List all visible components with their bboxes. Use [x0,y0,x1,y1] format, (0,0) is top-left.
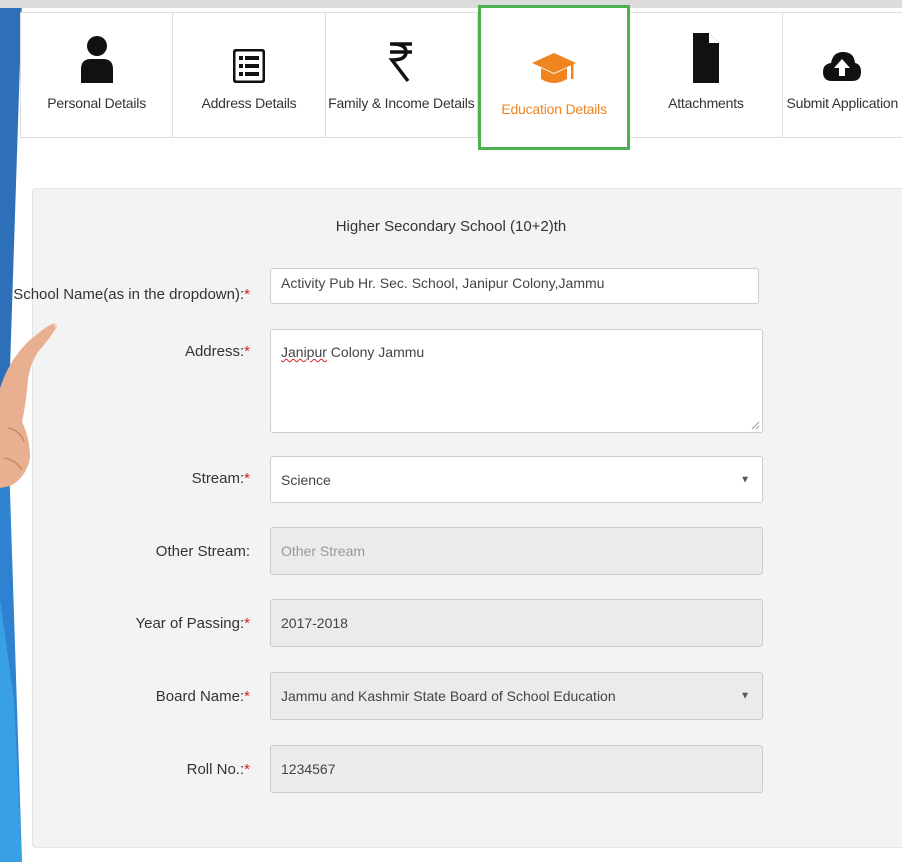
tab-education-details[interactable]: Education Details [477,5,631,150]
tab-personal-details[interactable]: Personal Details [21,13,174,137]
tab-label: Education Details [501,101,607,117]
other-stream-input[interactable]: Other Stream [270,527,763,575]
tab-submit-application[interactable]: Submit Application [783,13,902,137]
board-name-label: Board Name:* [155,688,250,705]
tab-label: Address Details [201,95,297,111]
wizard-tabs: Personal Details Address Details Family … [20,5,902,150]
section-title: Higher Secondary School (10+2)th [335,218,567,235]
pointing-hand-image [0,322,57,488]
document-icon [692,33,719,83]
year-of-passing-label: Year of Passing:* [135,615,250,632]
stream-label: Stream:* [191,470,250,487]
resize-handle-icon[interactable] [750,420,760,430]
tab-label: Family & Income Details [328,95,475,111]
dropdown-arrow-icon: ▼ [740,474,750,485]
person-icon [80,36,113,83]
school-name-label: School Name(as in the dropdown):* [13,286,250,303]
cloud-upload-icon [823,52,862,81]
tab-attachments[interactable]: Attachments [630,13,783,137]
other-stream-label: Other Stream: [155,543,250,560]
board-name-select[interactable]: Jammu and Kashmir State Board of School … [270,672,763,720]
graduation-cap-icon [532,53,577,83]
address-label: Address:* [184,343,250,360]
roll-no-input[interactable]: 1234567 [270,745,763,793]
top-bar [0,0,902,8]
address-textarea[interactable]: Janipur Colony Jammu [270,329,763,433]
tab-label: Submit Application [786,95,899,111]
school-name-input[interactable]: Activity Pub Hr. Sec. School, Janipur Co… [270,268,759,304]
roll-no-label: Roll No.:* [186,761,250,778]
tab-family-income-details[interactable]: Family & Income Details [326,13,478,137]
list-icon [232,49,265,83]
tab-address-details[interactable]: Address Details [173,13,326,137]
tab-label: Personal Details [47,95,147,111]
stream-select[interactable]: Science ▼ [270,456,763,503]
dropdown-arrow-icon: ▼ [740,690,750,702]
year-of-passing-input[interactable]: 2017-2018 [270,599,763,647]
rupee-icon [388,42,413,83]
tab-label: Attachments [668,95,744,111]
